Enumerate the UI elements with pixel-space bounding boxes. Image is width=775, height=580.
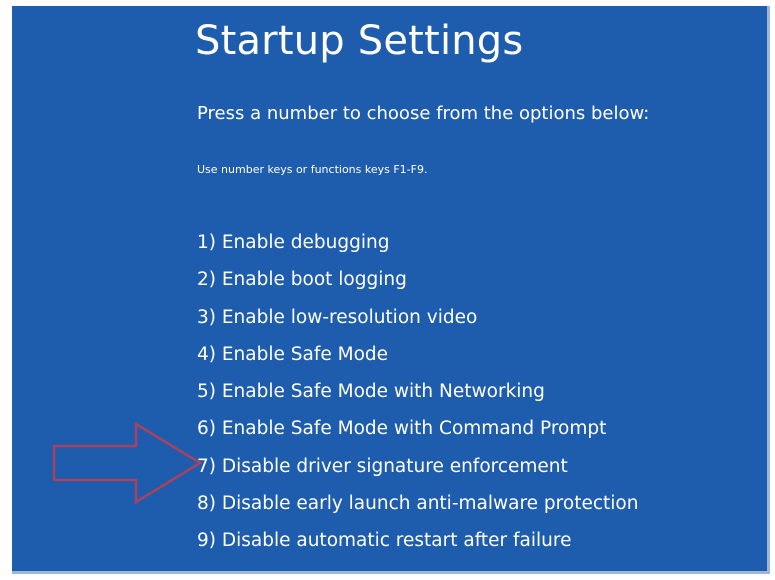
arrow-shape <box>52 421 203 505</box>
option-enable-safe-mode-command-prompt[interactable]: 6) Enable Safe Mode with Command Prompt <box>197 410 638 447</box>
screenshot-frame: Startup Settings Press a number to choos… <box>0 0 775 580</box>
option-disable-early-launch-anti-malware[interactable]: 8) Disable early launch anti-malware pro… <box>197 485 638 522</box>
option-enable-low-resolution-video[interactable]: 3) Enable low-resolution video <box>197 299 638 336</box>
page-title: Startup Settings <box>195 18 524 64</box>
startup-settings-screen: Startup Settings Press a number to choos… <box>12 6 770 574</box>
right-arrow-icon <box>52 421 203 505</box>
option-disable-driver-signature-enforcement[interactable]: 7) Disable driver signature enforcement <box>197 448 638 485</box>
option-enable-safe-mode-networking[interactable]: 5) Enable Safe Mode with Networking <box>197 373 638 410</box>
option-enable-boot-logging[interactable]: 2) Enable boot logging <box>197 261 638 298</box>
instruction-text: Press a number to choose from the option… <box>197 103 650 124</box>
hint-text: Use number keys or functions keys F1-F9. <box>197 163 428 176</box>
option-enable-debugging[interactable]: 1) Enable debugging <box>197 224 638 261</box>
option-enable-safe-mode[interactable]: 4) Enable Safe Mode <box>197 336 638 373</box>
option-disable-automatic-restart[interactable]: 9) Disable automatic restart after failu… <box>197 522 638 559</box>
options-list: 1) Enable debugging 2) Enable boot loggi… <box>197 224 638 560</box>
